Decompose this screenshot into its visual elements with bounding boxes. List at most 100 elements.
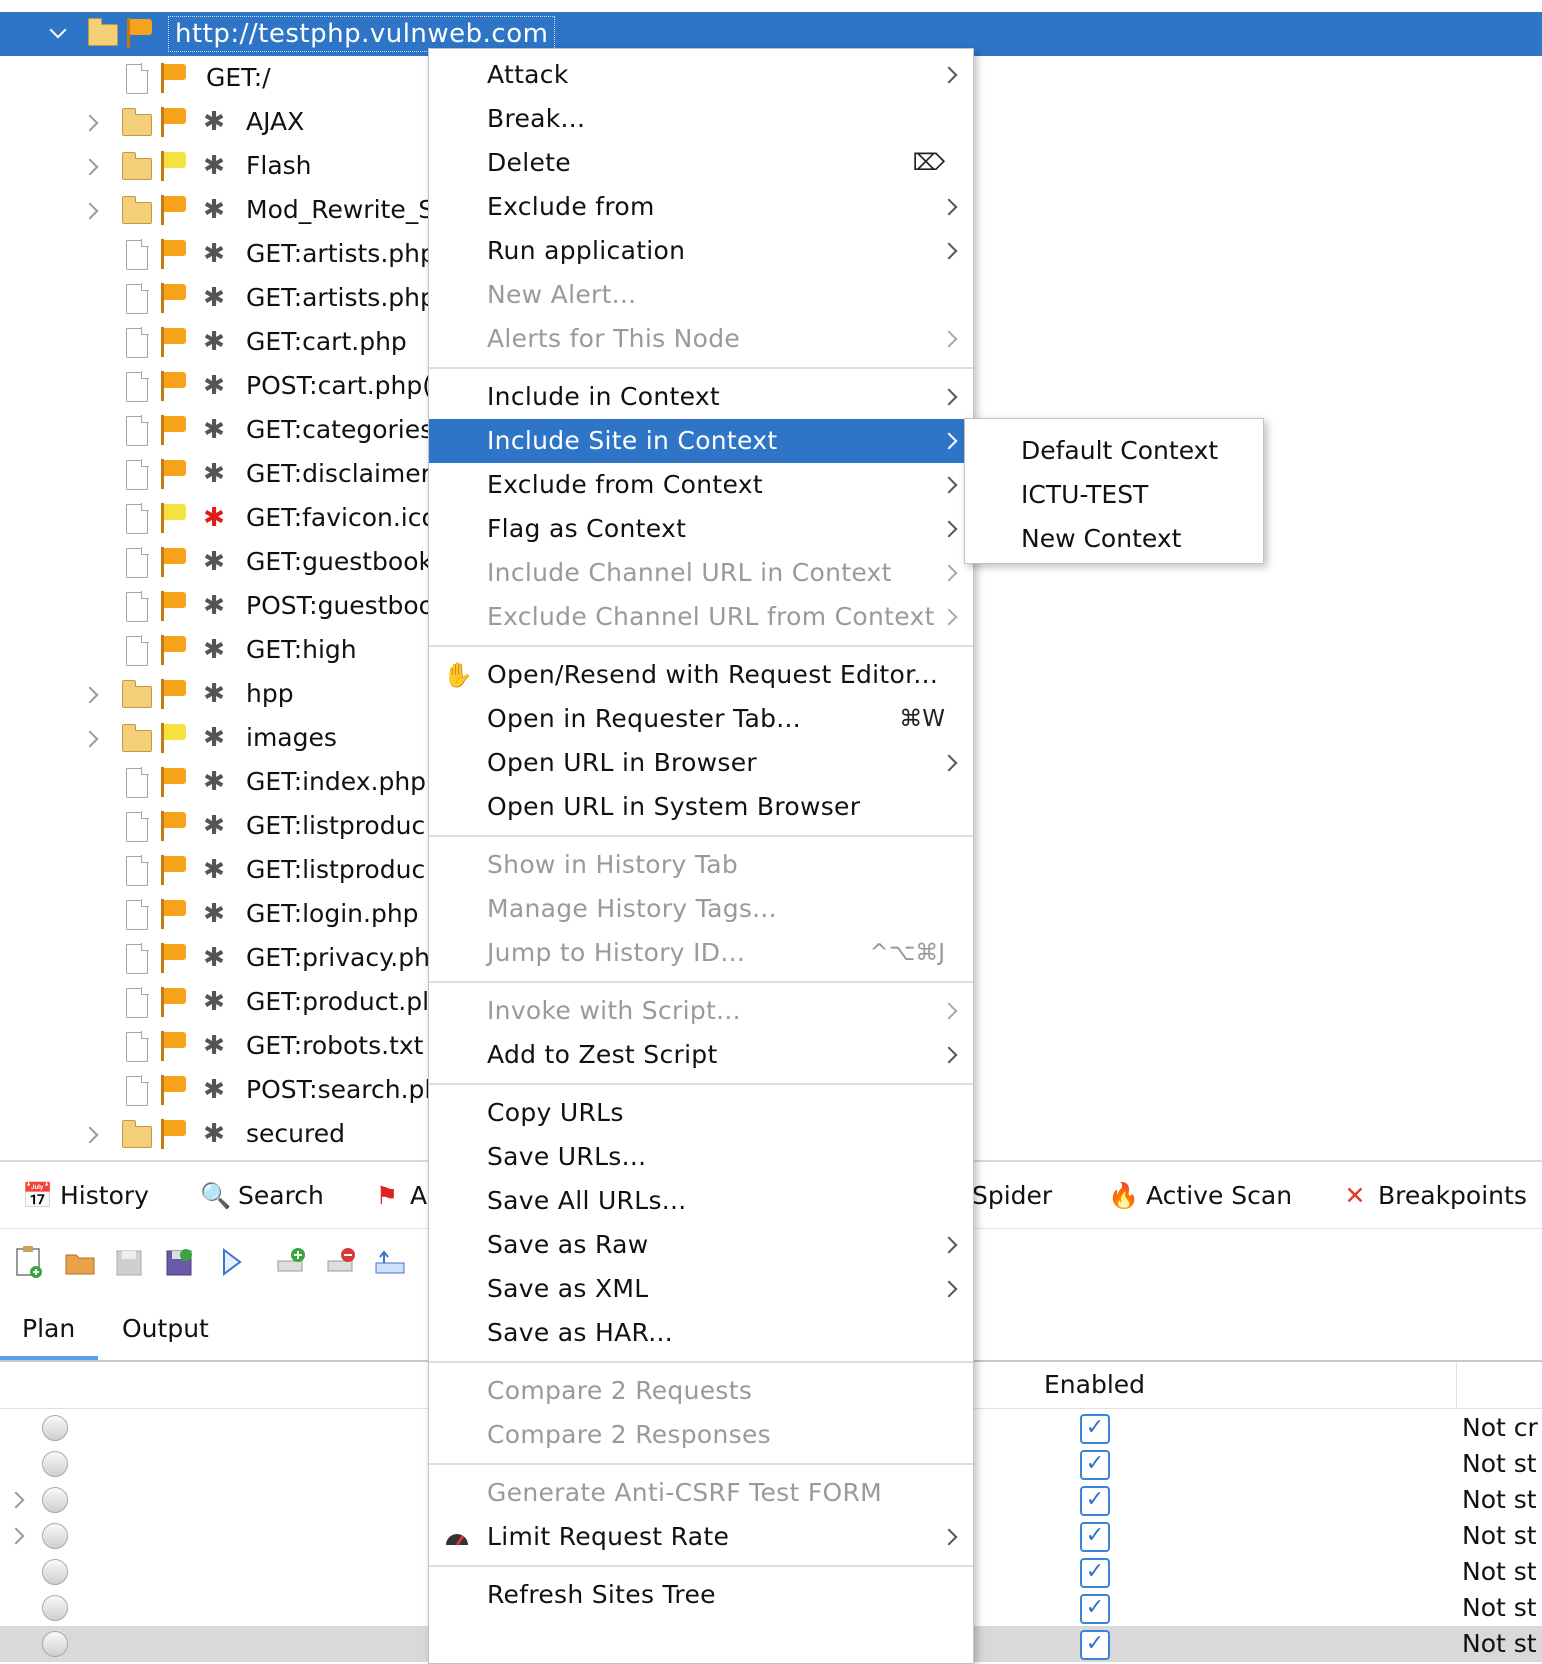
submenu-item-default-context[interactable]: Default Context bbox=[1021, 429, 1218, 473]
tree-node-label: secured bbox=[246, 1119, 345, 1148]
remove-node-icon[interactable] bbox=[324, 1245, 355, 1279]
enabled-checkbox[interactable]: ✓ bbox=[1080, 1558, 1110, 1588]
menu-item-jump-to-history-id[interactable]: Jump to History ID... ^⌥⌘J bbox=[429, 931, 973, 975]
tree-node[interactable]: ✱ hpp bbox=[0, 672, 440, 716]
menu-item-exclude-channel-url-from-context[interactable]: Exclude Channel URL from Context bbox=[429, 595, 973, 639]
add-node-icon[interactable] bbox=[274, 1245, 305, 1279]
open-folder-icon[interactable] bbox=[64, 1245, 95, 1279]
menu-item-alerts-for-this-node[interactable]: Alerts for This Node bbox=[429, 317, 973, 361]
menu-item-copy-urls[interactable]: Copy URLs bbox=[429, 1091, 973, 1135]
tree-node[interactable]: ✱ GET:cart.php bbox=[0, 320, 440, 364]
enabled-checkbox[interactable]: ✓ bbox=[1080, 1594, 1110, 1624]
chevron-right-icon[interactable] bbox=[81, 1126, 99, 1144]
submenu-item-ictu-test[interactable]: ICTU-TEST bbox=[1021, 473, 1148, 517]
menu-item-run-application[interactable]: Run application bbox=[429, 229, 973, 273]
chevron-right-icon[interactable] bbox=[7, 1527, 25, 1545]
menu-item-new-alert[interactable]: New Alert... bbox=[429, 273, 973, 317]
tree-node[interactable]: ✱ GET:artists.php bbox=[0, 232, 440, 276]
chevron-right-icon[interactable] bbox=[7, 1491, 25, 1509]
tab-spider[interactable]: Spider bbox=[972, 1162, 1052, 1230]
menu-item-add-to-zest-script[interactable]: Add to Zest Script bbox=[429, 1033, 973, 1077]
chevron-right-icon[interactable] bbox=[81, 686, 99, 704]
tree-node[interactable]: ✱ GET:listproduc bbox=[0, 804, 440, 848]
tree-node[interactable]: ✱ POST:guestboo bbox=[0, 584, 440, 628]
tree-node-label: GET:artists.php bbox=[246, 239, 436, 268]
tab-search[interactable]: 🔍 Search bbox=[200, 1162, 324, 1230]
menu-item-include-channel-url-in-context[interactable]: Include Channel URL in Context bbox=[429, 551, 973, 595]
menu-item-manage-history-tags[interactable]: Manage History Tags... bbox=[429, 887, 973, 931]
save-as-icon[interactable] bbox=[164, 1245, 194, 1279]
menu-item-open-resend-with-request-editor[interactable]: ✋ Open/Resend with Request Editor... bbox=[429, 653, 973, 697]
move-up-icon[interactable] bbox=[374, 1245, 405, 1279]
menu-item-include-site-in-context[interactable]: Include Site in Context bbox=[429, 419, 973, 463]
save-disabled-icon[interactable] bbox=[114, 1245, 144, 1279]
tree-node[interactable]: ✱ GET:login.php bbox=[0, 892, 440, 936]
tree-node[interactable]: ✱ GET:product.pl bbox=[0, 980, 440, 1024]
tree-node[interactable]: ✱ GET:artists.php bbox=[0, 276, 440, 320]
menu-item-save-urls[interactable]: Save URLs... bbox=[429, 1135, 973, 1179]
tree-node[interactable]: GET:/ bbox=[0, 56, 440, 100]
menu-item-invoke-with-script[interactable]: Invoke with Script... bbox=[429, 989, 973, 1033]
tree-node[interactable]: ✱ GET:disclaimer bbox=[0, 452, 440, 496]
tree-node[interactable]: ✱ GET:high bbox=[0, 628, 440, 672]
enabled-checkbox[interactable]: ✓ bbox=[1080, 1450, 1110, 1480]
chevron-down-icon[interactable] bbox=[49, 21, 67, 39]
tree-node[interactable]: ✱ GET:robots.txt bbox=[0, 1024, 440, 1068]
tree-node[interactable]: ✱ Flash bbox=[0, 144, 440, 188]
chevron-right-icon bbox=[940, 1002, 958, 1020]
tree-node[interactable]: ✱ POST:search.pl bbox=[0, 1068, 440, 1112]
chevron-right-icon[interactable] bbox=[81, 114, 99, 132]
tab-history[interactable]: 📅 History bbox=[22, 1162, 149, 1230]
menu-item-flag-as-context[interactable]: Flag as Context bbox=[429, 507, 973, 551]
new-plan-icon[interactable] bbox=[14, 1245, 44, 1279]
enabled-checkbox[interactable]: ✓ bbox=[1080, 1630, 1110, 1660]
menu-item-attack[interactable]: Attack bbox=[429, 53, 973, 97]
menu-item-delete[interactable]: Delete ⌦ bbox=[429, 141, 973, 185]
menu-item-open-in-requester-tab[interactable]: Open in Requester Tab... ⌘W bbox=[429, 697, 973, 741]
chevron-right-icon[interactable] bbox=[81, 730, 99, 748]
tree-node[interactable]: ✱ Mod_Rewrite_S bbox=[0, 188, 440, 232]
menu-item-save-all-urls[interactable]: Save All URLs... bbox=[429, 1179, 973, 1223]
tree-node[interactable]: ✱ POST:cart.php( bbox=[0, 364, 440, 408]
tree-node[interactable]: ✱ images bbox=[0, 716, 440, 760]
menu-item-break[interactable]: Break... bbox=[429, 97, 973, 141]
enabled-checkbox[interactable]: ✓ bbox=[1080, 1414, 1110, 1444]
tree-node[interactable]: ✱ AJAX bbox=[0, 100, 440, 144]
flag-icon bbox=[160, 327, 188, 357]
menu-item-save-as-har[interactable]: Save as HAR... bbox=[429, 1311, 973, 1355]
tab-active-scan[interactable]: 🔥 Active Scan bbox=[1108, 1162, 1292, 1230]
run-play-icon[interactable] bbox=[216, 1245, 246, 1279]
menu-item-exclude-from[interactable]: Exclude from bbox=[429, 185, 973, 229]
tree-node[interactable]: ✱ GET:categories bbox=[0, 408, 440, 452]
tree-node[interactable]: ✱ GET:privacy.ph bbox=[0, 936, 440, 980]
menu-item-save-as-xml[interactable]: Save as XML bbox=[429, 1267, 973, 1311]
menu-item-open-url-in-browser[interactable]: Open URL in Browser bbox=[429, 741, 973, 785]
menu-item-refresh-sites-tree[interactable]: Refresh Sites Tree bbox=[429, 1573, 973, 1617]
tab-plan[interactable]: Plan bbox=[22, 1298, 75, 1360]
tree-node[interactable]: ✱ GET:favicon.ico bbox=[0, 496, 440, 540]
menu-item-compare-2-responses[interactable]: Compare 2 Responses bbox=[429, 1413, 973, 1457]
menu-item-save-as-raw[interactable]: Save as Raw bbox=[429, 1223, 973, 1267]
menu-item-generate-anti-csrf-test-form[interactable]: Generate Anti-CSRF Test FORM bbox=[429, 1471, 973, 1515]
chevron-right-icon[interactable] bbox=[81, 158, 99, 176]
tab-alerts[interactable]: ⚑ A bbox=[372, 1162, 427, 1230]
tree-node[interactable]: ✱ GET:guestbook bbox=[0, 540, 440, 584]
menu-item-include-in-context[interactable]: Include in Context bbox=[429, 375, 973, 419]
enabled-checkbox[interactable]: ✓ bbox=[1080, 1522, 1110, 1552]
menu-item-limit-request-rate[interactable]: Limit Request Rate bbox=[429, 1515, 973, 1559]
menu-item-open-url-in-system-browser[interactable]: Open URL in System Browser bbox=[429, 785, 973, 829]
tab-breakpoints[interactable]: ✕ Breakpoints bbox=[1340, 1162, 1527, 1230]
menu-item-label: Limit Request Rate bbox=[487, 1522, 730, 1551]
tree-node[interactable]: ✱ GET:listproduc bbox=[0, 848, 440, 892]
menu-item-label: Save as HAR... bbox=[487, 1318, 674, 1347]
menu-item-exclude-from-context[interactable]: Exclude from Context bbox=[429, 463, 973, 507]
tree-node[interactable]: ✱ secured bbox=[0, 1112, 440, 1156]
menu-item-show-in-history-tab[interactable]: Show in History Tab bbox=[429, 843, 973, 887]
chevron-right-icon[interactable] bbox=[81, 202, 99, 220]
tree-node[interactable]: ✱ GET:index.php bbox=[0, 760, 440, 804]
enabled-checkbox[interactable]: ✓ bbox=[1080, 1486, 1110, 1516]
enabled-column-header[interactable]: Enabled bbox=[1044, 1362, 1145, 1408]
submenu-item-new-context[interactable]: New Context bbox=[1021, 517, 1181, 561]
tab-output[interactable]: Output bbox=[122, 1298, 209, 1360]
menu-item-compare-2-requests[interactable]: Compare 2 Requests bbox=[429, 1369, 973, 1413]
